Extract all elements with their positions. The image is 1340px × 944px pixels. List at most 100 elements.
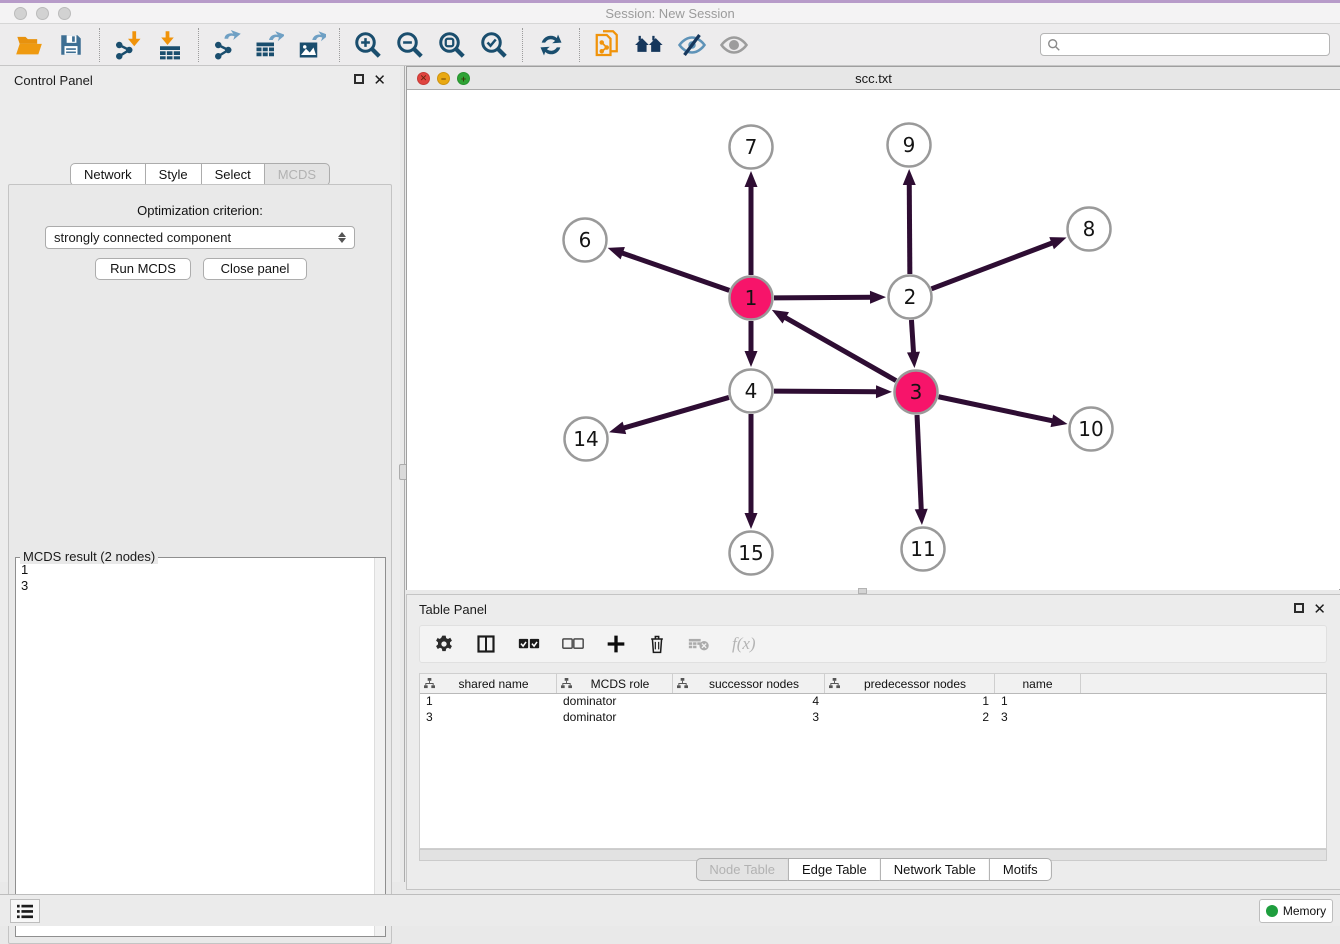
graph-edge[interactable] [622,397,729,428]
column-header-name[interactable]: name [995,674,1081,693]
mcds-result-text: 1 3 [21,562,28,594]
zoom-out-icon[interactable] [393,28,427,62]
graph-node-label: 14 [573,427,598,451]
table-cell[interactable]: 3 [995,710,1081,726]
select-chevrons-icon [338,232,346,243]
open-session-icon[interactable] [12,28,46,62]
tab-style[interactable]: Style [145,163,201,186]
mcds-panel: Optimization criterion: strongly connect… [8,184,392,944]
graph-node-label: 7 [745,135,758,159]
table-cell[interactable]: 1 [995,694,1081,710]
delete-column-icon[interactable] [648,634,666,654]
show-all-icon[interactable] [717,28,751,62]
network-graph: 1234678910111415 [407,91,1339,590]
table-cell[interactable]: 3 [673,710,825,726]
control-panel-tabs: Network Style Select MCDS [70,163,330,186]
column-tree-icon [561,678,572,689]
graph-edge[interactable] [783,316,896,380]
zoom-selected-icon[interactable] [477,28,511,62]
column-tree-icon [424,678,435,689]
graph-edge[interactable] [939,397,1055,422]
memory-label: Memory [1283,904,1326,918]
node-table: shared name MCDS role successor nodes prede… [419,673,1327,849]
table-row[interactable]: 3dominator323 [420,710,1326,726]
table-header-row: shared name MCDS role successor nodes prede… [420,674,1326,694]
memory-status-icon [1266,905,1278,917]
tab-network[interactable]: Network [70,163,145,186]
table-row[interactable]: 1dominator411 [420,694,1326,710]
graph-edge[interactable] [911,320,913,355]
refresh-layout-icon[interactable] [534,28,568,62]
graph-edge[interactable] [917,415,921,512]
tab-mcds[interactable]: MCDS [264,163,330,186]
search-icon [1047,38,1061,52]
select-all-columns-icon[interactable] [518,637,540,651]
graph-edge-arrowhead [1051,414,1068,427]
graph-node-label: 1 [745,286,758,310]
graph-edge-arrowhead [745,171,758,187]
hide-selected-icon[interactable] [675,28,709,62]
graph-node-label: 15 [738,541,763,565]
close-table-panel-icon[interactable]: ✕ [1313,600,1326,618]
optimization-criterion-label: Optimization criterion: [9,203,391,218]
task-history-button[interactable] [10,899,40,923]
float-table-panel-icon[interactable] [1294,603,1304,613]
export-image-icon[interactable] [294,28,328,62]
table-cell[interactable]: 4 [673,694,825,710]
tab-motifs[interactable]: Motifs [989,858,1052,881]
tab-edge-table[interactable]: Edge Table [788,858,880,881]
graph-edge[interactable] [620,252,729,290]
graph-edge[interactable] [909,182,910,274]
criterion-value: strongly connected component [54,230,231,245]
column-header-successor-nodes[interactable]: successor nodes [673,674,825,693]
table-cell[interactable]: 2 [825,710,995,726]
app-title: Session: New Session [0,6,1340,21]
graph-edge[interactable] [774,391,879,392]
function-builder-icon[interactable]: f(x) [732,634,756,654]
search-input[interactable] [1066,37,1323,52]
column-label: predecessor nodes [840,677,990,691]
graph-edge-arrowhead [609,422,626,434]
zoom-fit-icon[interactable] [435,28,469,62]
graph-edge[interactable] [774,297,873,298]
close-panel-icon[interactable]: ✕ [373,71,386,89]
criterion-select[interactable]: strongly connected component [45,226,355,249]
close-panel-button[interactable]: Close panel [203,258,307,280]
table-cell[interactable]: 3 [420,710,557,726]
control-panel: Control Panel ✕ Network Style Select MCD… [0,66,400,882]
network-canvas[interactable]: 1234678910111415 [407,91,1339,590]
column-header-shared-name[interactable]: shared name [420,674,557,693]
export-table-icon[interactable] [252,28,286,62]
table-cell[interactable]: 1 [825,694,995,710]
save-session-icon[interactable] [54,28,88,62]
column-header-MCDS-role[interactable]: MCDS role [557,674,673,693]
table-cell[interactable]: 1 [420,694,557,710]
graph-edge-arrowhead [870,291,886,304]
toolbar-separator [198,28,199,62]
column-label: MCDS role [572,677,668,691]
result-scrollbar[interactable] [374,558,385,936]
home-icon[interactable] [633,28,667,62]
import-table-icon[interactable] [153,28,187,62]
zoom-in-icon[interactable] [351,28,385,62]
memory-button[interactable]: Memory [1259,899,1333,923]
import-network-icon[interactable] [111,28,145,62]
delete-table-icon[interactable] [688,636,710,652]
tab-node-table[interactable]: Node Table [695,858,788,881]
column-tree-icon [677,678,688,689]
deselect-all-columns-icon[interactable] [562,637,584,651]
table-cell[interactable]: dominator [557,694,673,710]
table-settings-icon[interactable] [434,634,454,654]
tab-select[interactable]: Select [201,163,264,186]
toggle-columns-icon[interactable] [476,634,496,654]
clone-network-icon[interactable] [591,28,625,62]
float-panel-icon[interactable] [354,74,364,84]
run-mcds-button[interactable]: Run MCDS [95,258,191,280]
add-column-icon[interactable] [606,634,626,654]
column-header-predecessor-nodes[interactable]: predecessor nodes [825,674,995,693]
table-cell[interactable]: dominator [557,710,673,726]
graph-edge[interactable] [932,242,1055,289]
search-box[interactable] [1040,33,1330,56]
export-network-icon[interactable] [210,28,244,62]
tab-network-table[interactable]: Network Table [880,858,989,881]
